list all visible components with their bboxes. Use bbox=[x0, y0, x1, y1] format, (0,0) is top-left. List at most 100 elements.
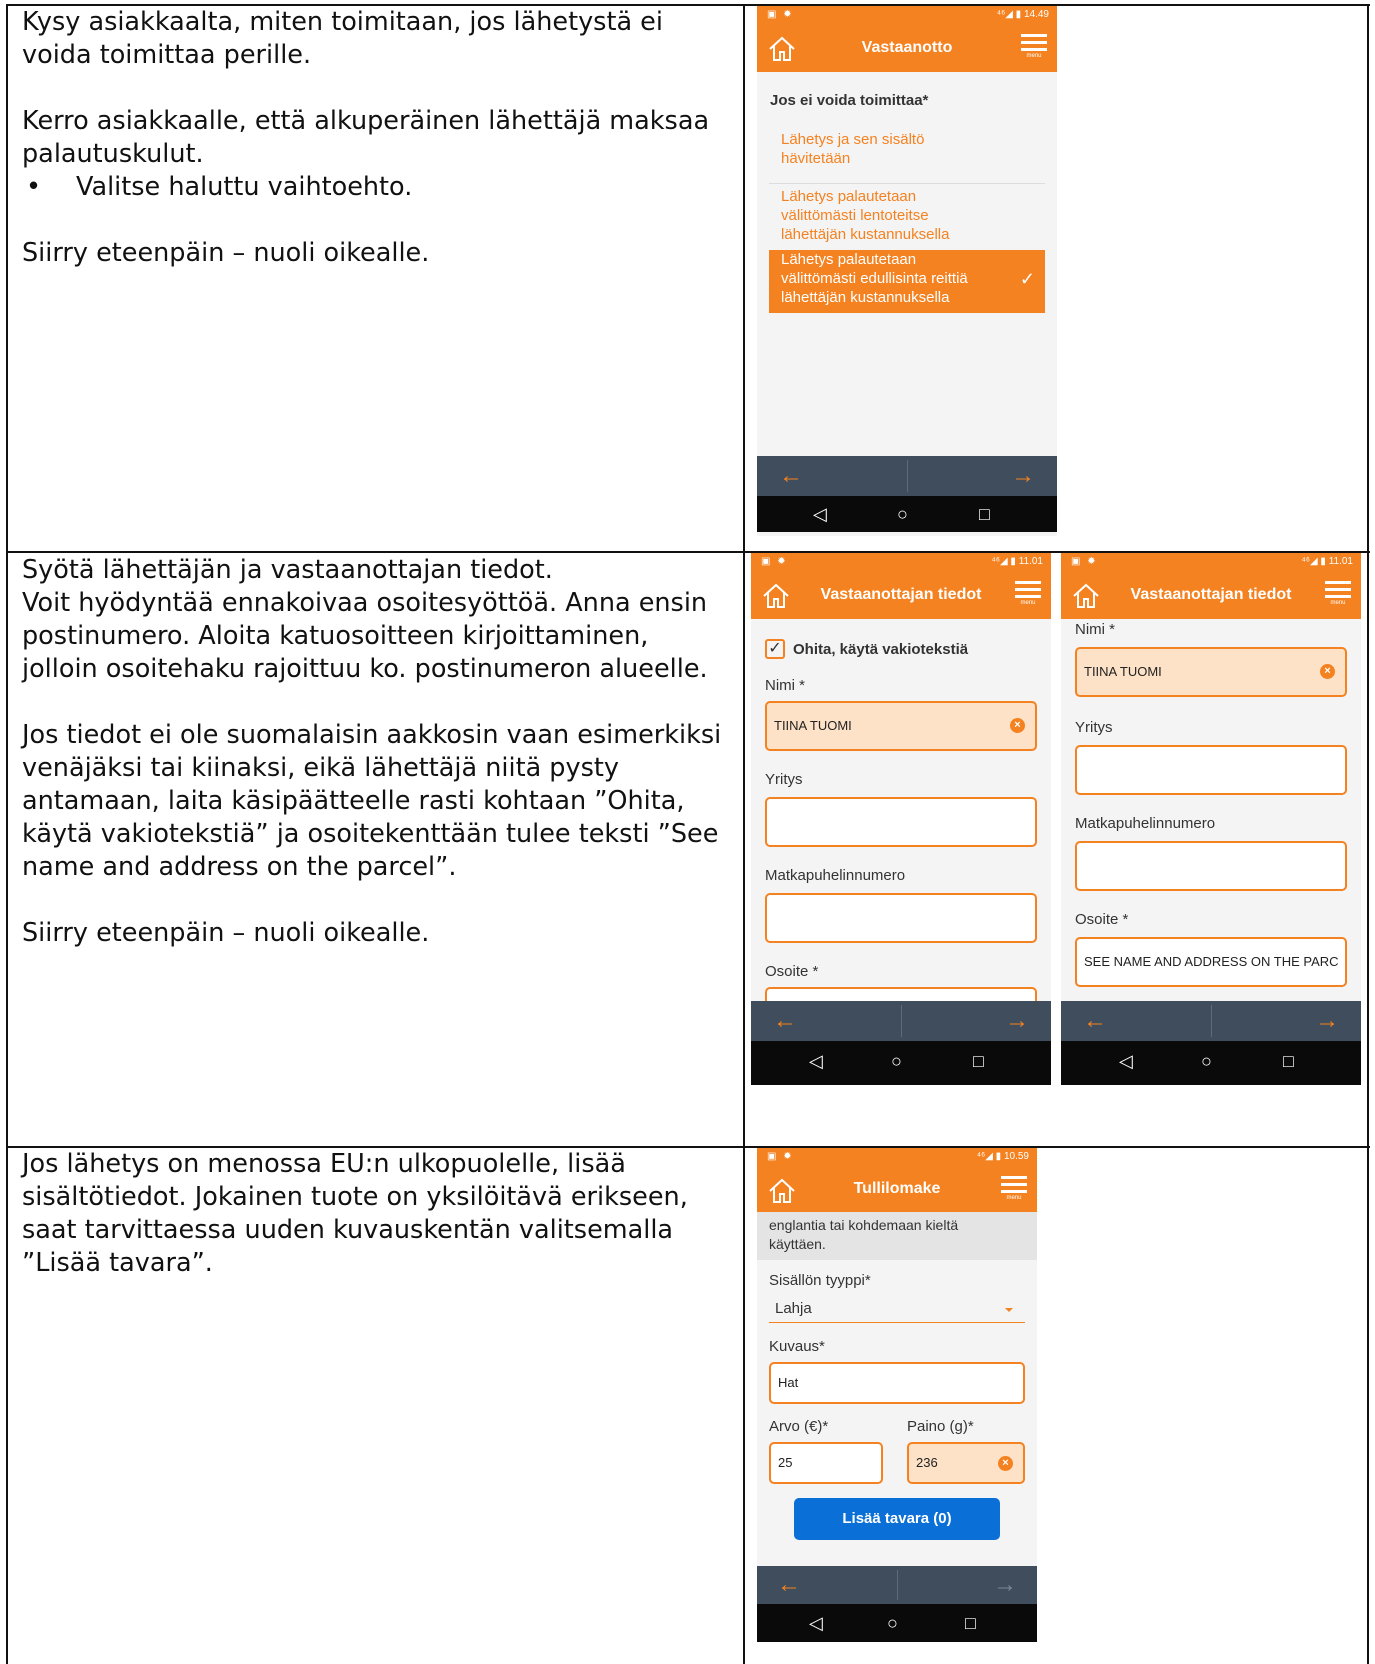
row1-instructions: Kysy asiakkaalta, miten toimitaan, jos l… bbox=[22, 6, 722, 270]
status-bar: ▣ ✹ ⁴⁶◢ ▮ 11.01 bbox=[751, 553, 1051, 571]
status-bar: ▣ ✹ ⁴⁶◢ ▮ 11.01 bbox=[1061, 553, 1361, 571]
weight-value: 236 bbox=[916, 1455, 938, 1470]
status-icons: ▣ ✹ bbox=[1071, 556, 1098, 567]
option-return-cheapest[interactable]: Lähetys palautetaan välittömästi edullis… bbox=[769, 250, 1045, 313]
system-recent-icon[interactable]: □ bbox=[979, 496, 990, 532]
address-label: Osoite * bbox=[1075, 911, 1129, 928]
address-field[interactable]: SEE NAME AND ADDRESS ON THE PARC bbox=[1075, 937, 1347, 987]
status-time: 11.01 bbox=[1328, 556, 1353, 567]
forward-arrow-button[interactable]: → bbox=[993, 1566, 1017, 1604]
app-header: Tullilomake menu bbox=[757, 1166, 1037, 1212]
phone-screen-vastaanotto: ▣ ✹ ⁴⁶◢ ▮ 14.49 Vastaanotto menu Jos ei … bbox=[757, 6, 1057, 536]
menu-label: menu bbox=[1006, 1195, 1022, 1201]
add-item-button[interactable]: Lisää tavara (0) bbox=[794, 1498, 1000, 1540]
system-home-icon[interactable]: ○ bbox=[897, 496, 908, 532]
status-bar: ▣ ✹ ⁴⁶◢ ▮ 10.59 bbox=[757, 1148, 1037, 1166]
row2-instructions: Syötä lähettäjän ja vastaanottajan tiedo… bbox=[22, 554, 722, 950]
value-label: Arvo (€)* bbox=[769, 1418, 829, 1435]
row1-bullet-item: • Valitse haluttu vaihtoehto. bbox=[22, 171, 722, 204]
screen-title: Vastaanotto bbox=[861, 39, 953, 56]
bottom-navigation: ← → bbox=[751, 1001, 1051, 1041]
system-recent-icon[interactable]: □ bbox=[965, 1604, 976, 1642]
menu-label: menu bbox=[1026, 53, 1042, 59]
app-header: Vastaanottajan tiedot menu bbox=[1061, 571, 1361, 619]
app-header: Vastaanottajan tiedot menu bbox=[751, 571, 1051, 619]
home-icon[interactable] bbox=[767, 34, 797, 64]
home-icon[interactable] bbox=[767, 1176, 797, 1206]
android-system-bar: ◁ ○ □ bbox=[757, 496, 1057, 532]
dropdown-caret-icon bbox=[1005, 1308, 1013, 1312]
bottom-navigation: ← → bbox=[757, 456, 1057, 496]
system-home-icon[interactable]: ○ bbox=[1201, 1041, 1212, 1081]
clear-icon[interactable]: × bbox=[1010, 718, 1025, 733]
content-type-label: Sisällön tyyppi* bbox=[769, 1272, 871, 1289]
status-time: 11.01 bbox=[1018, 556, 1043, 567]
weight-field[interactable]: 236 × bbox=[907, 1442, 1025, 1484]
name-label: Nimi * bbox=[1075, 621, 1115, 638]
content-type-select[interactable]: Lahja bbox=[769, 1300, 1025, 1323]
value-field[interactable]: 25 bbox=[769, 1442, 883, 1484]
name-label: Nimi * bbox=[765, 677, 805, 694]
menu-icon[interactable]: menu bbox=[1001, 1176, 1027, 1208]
system-back-icon[interactable]: ◁ bbox=[809, 1604, 823, 1642]
system-recent-icon[interactable]: □ bbox=[973, 1041, 984, 1081]
row2-line-1: Syötä lähettäjän ja vastaanottajan tiedo… bbox=[22, 555, 553, 585]
skip-standard-text-checkbox[interactable]: ✓ bbox=[765, 639, 785, 659]
clear-icon[interactable]: × bbox=[1320, 664, 1335, 679]
home-icon[interactable] bbox=[1071, 581, 1101, 611]
menu-icon[interactable]: menu bbox=[1325, 581, 1351, 613]
back-arrow-button[interactable]: ← bbox=[779, 456, 803, 496]
phone-screen-recipient-b: ▣ ✹ ⁴⁶◢ ▮ 11.01 Nimi * Vastaanottajan ti… bbox=[1061, 553, 1361, 1085]
phone-screen-recipient-a: ▣ ✹ ⁴⁶◢ ▮ 11.01 Vastaanottajan tiedot me… bbox=[751, 553, 1051, 1085]
option-return-air[interactable]: Lähetys palautetaan välittömästi lentote… bbox=[769, 187, 1045, 247]
home-icon[interactable] bbox=[761, 581, 791, 611]
screen-title: Vastaanottajan tiedot bbox=[820, 586, 982, 603]
company-field[interactable] bbox=[1075, 745, 1347, 795]
menu-icon[interactable]: menu bbox=[1021, 34, 1047, 66]
name-value: TIINA TUOMI bbox=[1084, 664, 1162, 679]
back-arrow-button[interactable]: ← bbox=[773, 1001, 797, 1041]
menu-icon[interactable]: menu bbox=[1015, 581, 1041, 613]
signal-icon: ⁴⁶◢ ▮ bbox=[1301, 556, 1326, 567]
system-recent-icon[interactable]: □ bbox=[1283, 1041, 1294, 1081]
option-destroy[interactable]: Lähetys ja sen sisältö hävitetään bbox=[769, 130, 1045, 174]
company-field[interactable] bbox=[765, 797, 1037, 847]
signal-icon: ⁴⁶◢ ▮ bbox=[996, 9, 1022, 20]
system-back-icon[interactable]: ◁ bbox=[809, 1041, 823, 1081]
value-value: 25 bbox=[778, 1455, 793, 1470]
forward-arrow-button[interactable]: → bbox=[1315, 1001, 1339, 1041]
row1-bullet-text: Valitse haluttu vaihtoehto. bbox=[76, 172, 413, 202]
screen-title: Tullilomake bbox=[853, 1180, 941, 1197]
description-value: Hat bbox=[778, 1375, 799, 1390]
table-border-left bbox=[6, 4, 8, 1664]
forward-arrow-button[interactable]: → bbox=[1011, 456, 1035, 496]
forward-arrow-button[interactable]: → bbox=[1005, 1001, 1029, 1041]
menu-label: menu bbox=[1020, 600, 1036, 606]
table-border-middle bbox=[743, 4, 745, 1664]
status-icons: ▣ ✹ bbox=[767, 9, 794, 20]
name-field[interactable]: TIINA TUOMI × bbox=[1075, 647, 1347, 697]
back-arrow-button[interactable]: ← bbox=[777, 1566, 801, 1604]
table-border-right bbox=[1367, 4, 1369, 1664]
instruction-table: Kysy asiakkaalta, miten toimitaan, jos l… bbox=[0, 0, 1375, 1664]
name-field[interactable]: TIINA TUOMI × bbox=[765, 701, 1037, 751]
back-arrow-button[interactable]: ← bbox=[1083, 1001, 1107, 1041]
system-home-icon[interactable]: ○ bbox=[891, 1041, 902, 1081]
description-field[interactable]: Hat bbox=[769, 1362, 1025, 1404]
android-system-bar: ◁ ○ □ bbox=[1061, 1041, 1361, 1085]
checkmark-icon: ✓ bbox=[1019, 269, 1035, 289]
system-home-icon[interactable]: ○ bbox=[887, 1604, 898, 1642]
address-label: Osoite * bbox=[765, 963, 819, 980]
mobile-field[interactable] bbox=[765, 893, 1037, 943]
system-back-icon[interactable]: ◁ bbox=[1119, 1041, 1133, 1081]
question-label: Jos ei voida toimittaa* bbox=[770, 92, 929, 109]
row2-paragraph-2: Jos tiedot ei ole suomalaisin aakkosin v… bbox=[22, 720, 722, 882]
clear-icon[interactable]: × bbox=[998, 1456, 1013, 1471]
system-back-icon[interactable]: ◁ bbox=[813, 496, 827, 532]
bottom-navigation: ← → bbox=[1061, 1001, 1361, 1041]
mobile-field[interactable] bbox=[1075, 841, 1347, 891]
weight-label: Paino (g)* bbox=[907, 1418, 974, 1435]
mobile-label: Matkapuhelinnumero bbox=[1075, 815, 1216, 832]
skip-standard-text-label: Ohita, käytä vakiotekstiä bbox=[793, 641, 969, 658]
info-line-1: englantia tai kohdemaan kieltä bbox=[769, 1217, 959, 1233]
